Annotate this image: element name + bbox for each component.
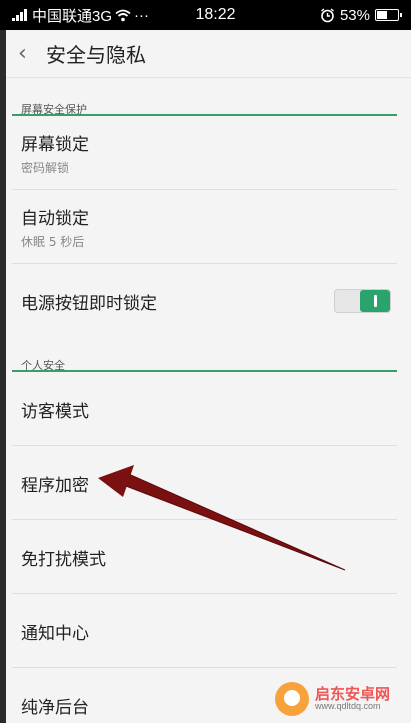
setting-do-not-disturb[interactable]: 免打扰模式 [6,520,411,594]
setting-title: 通知中心 [21,623,89,644]
section-header-screen-security: 屏幕安全保护 [6,78,411,116]
section-header-personal-security: 个人安全 [6,338,411,372]
battery-percent: 53% [339,6,370,24]
page-title: 安全与隐私 [46,43,146,67]
setting-title: 屏幕锁定 [21,135,89,155]
title-bar: ‹ 安全与隐私 [6,30,411,78]
clock: 18:22 [195,6,236,23]
setting-power-button-lock[interactable]: 电源按钮即时锁定 [6,264,411,338]
power-lock-toggle[interactable] [334,289,391,313]
more-indicator: ··· [134,6,150,24]
setting-screen-lock[interactable]: 屏幕锁定 密码解锁 [6,116,411,190]
carrier-label: 中国联通3G [32,7,113,25]
watermark-url: www.qdltdq.com [315,701,381,712]
setting-auto-lock[interactable]: 自动锁定 休眠 5 秒后 [6,190,411,264]
alarm-icon [321,7,334,22]
status-bar: 中国联通3G ··· 18:22 53% [0,0,411,30]
settings-screen: ‹ 安全与隐私 屏幕安全保护 屏幕锁定 密码解锁 自动锁定 休眠 5 秒后 电源… [6,30,411,723]
signal-icon [12,9,27,21]
setting-title: 免打扰模式 [21,549,106,570]
setting-title: 程序加密 [21,475,89,496]
setting-notification-center[interactable]: 通知中心 [6,594,411,668]
wifi-icon [115,9,131,21]
setting-title: 访客模式 [21,401,89,422]
watermark-name: 启东安卓网 [315,684,391,703]
setting-title: 自动锁定 [21,209,89,229]
watermark: 启东安卓网 www.qdltdq.com [275,679,405,719]
setting-subtitle: 密码解锁 [21,161,70,175]
chevron-left-icon[interactable]: ‹ [18,41,40,66]
battery-icon [375,9,402,21]
setting-guest-mode[interactable]: 访客模式 [6,372,411,446]
setting-app-encryption[interactable]: 程序加密 [6,446,411,520]
toggle-knob [360,290,390,312]
battery-fill [377,11,388,19]
watermark-logo-icon [275,682,309,716]
setting-subtitle: 休眠 5 秒后 [21,235,85,249]
